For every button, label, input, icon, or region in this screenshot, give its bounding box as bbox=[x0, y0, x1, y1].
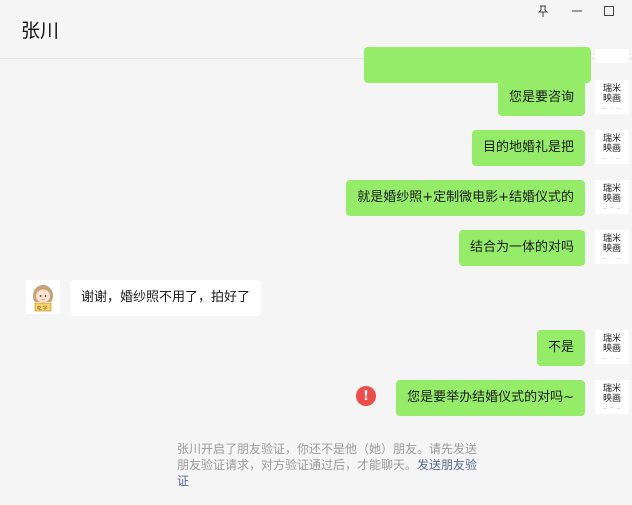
minimize-icon[interactable] bbox=[566, 2, 588, 20]
message-bubble-out[interactable]: 目的地婚礼是把 bbox=[471, 130, 585, 166]
message-list[interactable]: 您是要咨询 瑞米 映画 — ·· — 目的地婚礼是把 瑞米 映画 — ·· — … bbox=[0, 47, 632, 505]
maximize-icon[interactable] bbox=[598, 2, 620, 20]
pin-icon[interactable] bbox=[532, 2, 554, 20]
send-failed-icon[interactable]: ! bbox=[356, 386, 376, 406]
cartoon-girl-icon: 吃 学 bbox=[26, 280, 60, 314]
message-bubble-in[interactable]: 谢谢，婚纱照不用了，拍好了 bbox=[70, 280, 262, 316]
message-bubble-out[interactable]: 结合为一体的对吗 bbox=[458, 230, 585, 266]
message-bubble-partial[interactable] bbox=[364, 47, 591, 83]
svg-text:吃 学: 吃 学 bbox=[37, 305, 48, 312]
my-avatar[interactable]: 瑞米 映画 — ·· — bbox=[595, 380, 629, 414]
system-notice: 张川开启了朋友验证，你还不是他（她）朋友。请先发送朋友验证请求，对方验证通过后，… bbox=[177, 441, 487, 489]
message-bubble-out[interactable]: 您是要咨询 bbox=[497, 80, 585, 116]
my-avatar-partial[interactable] bbox=[595, 49, 629, 63]
my-avatar[interactable]: 瑞米 映画 — ·· — bbox=[595, 130, 629, 164]
my-avatar[interactable]: 瑞米 映画 — ·· — bbox=[595, 330, 629, 364]
message-bubble-out[interactable]: 就是婚纱照+定制微电影+结婚仪式的 bbox=[346, 180, 585, 216]
contact-avatar[interactable]: 吃 学 bbox=[26, 280, 60, 314]
my-avatar[interactable]: 瑞米 映画 — ·· — bbox=[595, 180, 629, 214]
message-bubble-out[interactable]: 不是 bbox=[536, 330, 585, 366]
message-bubble-out[interactable]: 您是要举办结婚仪式的对吗~ bbox=[396, 380, 585, 416]
my-avatar[interactable]: 瑞米 映画 — ·· — bbox=[595, 80, 629, 114]
my-avatar[interactable]: 瑞米 映画 — ·· — bbox=[595, 230, 629, 264]
chat-title: 张川 bbox=[21, 20, 60, 42]
